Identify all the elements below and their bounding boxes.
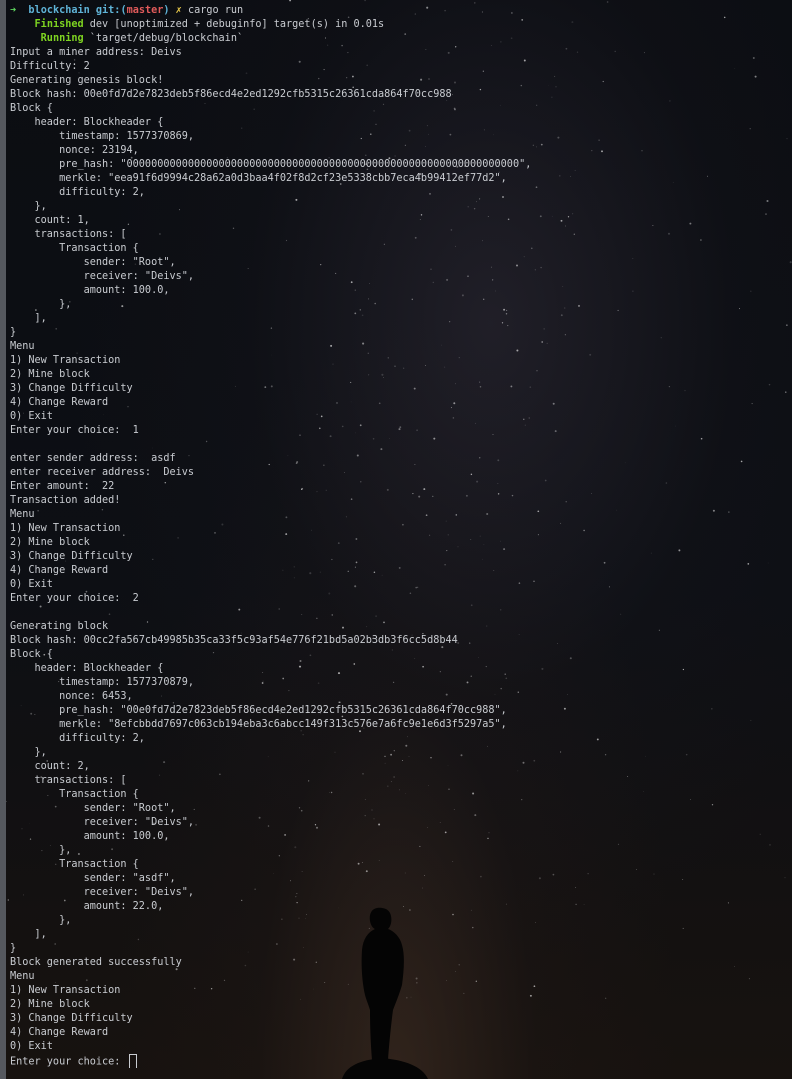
- output-line: pre_hash: "00000000000000000000000000000…: [10, 159, 532, 170]
- output-line: Menu: [10, 971, 35, 982]
- cargo-running-text: `target/debug/blockchain`: [89, 33, 244, 44]
- output-line: Difficulty: 2: [10, 61, 90, 72]
- output-line: Block hash: 00e0fd7d2e7823deb5f86ecd4e2e…: [10, 89, 452, 100]
- output-line: 1) New Transaction: [10, 523, 121, 534]
- cargo-finished-status: Finished: [34, 19, 84, 30]
- output-line: Input a miner address: Deivs: [10, 47, 182, 58]
- output-line: sender: "Root",: [10, 257, 176, 268]
- output-line: Enter amount: 22: [10, 481, 115, 492]
- output-line: Generating genesis block!: [10, 75, 164, 86]
- output-line: merkle: "eea91f6d9994c28a62a0d3baa4f02f8…: [10, 173, 507, 184]
- output-line: 2) Mine block: [10, 537, 90, 548]
- output-line: difficulty: 2,: [10, 733, 145, 744]
- output-line: amount: 100.0,: [10, 831, 170, 842]
- output-line: Transaction {: [10, 243, 139, 254]
- dirty-mark-icon: ✗: [175, 5, 182, 16]
- output-line: Transaction {: [10, 789, 139, 800]
- output-line: 1) New Transaction: [10, 355, 121, 366]
- output-line: 1) New Transaction: [10, 985, 121, 996]
- output-line: difficulty: 2,: [10, 187, 145, 198]
- output-line: },: [10, 201, 47, 212]
- output-line: ],: [10, 929, 47, 940]
- output-line: sender: "Root",: [10, 803, 176, 814]
- output-line: receiver: "Deivs",: [10, 271, 195, 282]
- cargo-finished-line: Finished dev [unoptimized + debuginfo] t…: [10, 18, 786, 32]
- output-line: 2) Mine block: [10, 369, 90, 380]
- input-prompt: Enter your choice:: [10, 1056, 127, 1068]
- output-line: ],: [10, 313, 47, 324]
- output-line: Block {: [10, 103, 53, 114]
- output-line: transactions: [: [10, 775, 127, 786]
- program-output: Input a miner address: Deivs Difficulty: …: [10, 46, 786, 1054]
- output-line: enter receiver address: Deivs: [10, 467, 195, 478]
- output-line: amount: 100.0,: [10, 285, 170, 296]
- output-line: Enter your choice: 2: [10, 593, 139, 604]
- terminal-window[interactable]: ➜ blockchain git:(master) ✗ cargo run Fi…: [0, 0, 792, 1079]
- output-line: 3) Change Difficulty: [10, 1013, 133, 1024]
- prompt-command: cargo run: [187, 5, 244, 16]
- terminal-cursor[interactable]: [128, 1054, 137, 1068]
- output-line: }: [10, 943, 17, 954]
- output-line: Enter your choice: 1: [10, 425, 139, 436]
- prompt-git-close: ): [163, 5, 170, 16]
- output-line: Transaction added!: [10, 495, 121, 506]
- terminal-left-border: [0, 0, 6, 1079]
- output-line: Generating block: [10, 621, 109, 632]
- output-line: 3) Change Difficulty: [10, 551, 133, 562]
- output-line: receiver: "Deivs",: [10, 817, 195, 828]
- output-line: },: [10, 747, 47, 758]
- output-line: pre_hash: "00e0fd7d2e7823deb5f86ecd4e2ed…: [10, 705, 507, 716]
- output-line: 4) Change Reward: [10, 397, 109, 408]
- prompt-git-branch: master: [126, 5, 164, 16]
- output-line: },: [10, 915, 72, 926]
- output-line: Block {: [10, 649, 53, 660]
- prompt-directory: blockchain: [28, 5, 90, 16]
- output-line: nonce: 23194,: [10, 145, 139, 156]
- output-line: Menu: [10, 341, 35, 352]
- prompt-git-label: git:(: [95, 5, 127, 16]
- output-line: 4) Change Reward: [10, 1027, 109, 1038]
- input-line[interactable]: Enter your choice:: [10, 1054, 786, 1068]
- output-line: timestamp: 1577370869,: [10, 131, 195, 142]
- output-line: nonce: 6453,: [10, 691, 133, 702]
- output-line: Transaction {: [10, 859, 139, 870]
- prompt-arrow-icon: ➜: [10, 5, 17, 16]
- output-line: count: 2,: [10, 761, 90, 772]
- output-line: Block hash: 00cc2fa567cb49985b35ca33f5c9…: [10, 635, 458, 646]
- output-line: sender: "asdf",: [10, 873, 176, 884]
- output-line: 0) Exit: [10, 411, 53, 422]
- output-line: 0) Exit: [10, 579, 53, 590]
- cargo-finished-text: dev [unoptimized + debuginfo] target(s) …: [89, 19, 385, 30]
- output-line: }: [10, 327, 17, 338]
- output-line: enter sender address: asdf: [10, 453, 176, 464]
- output-line: header: Blockheader {: [10, 663, 164, 674]
- output-line: transactions: [: [10, 229, 127, 240]
- terminal-output[interactable]: ➜ blockchain git:(master) ✗ cargo run Fi…: [10, 4, 786, 1068]
- output-line: Block generated successfully: [10, 957, 182, 968]
- output-line: count: 1,: [10, 215, 90, 226]
- output-line: header: Blockheader {: [10, 117, 164, 128]
- output-line: amount: 22.0,: [10, 901, 164, 912]
- output-line: },: [10, 845, 72, 856]
- output-line: timestamp: 1577370879,: [10, 677, 195, 688]
- output-line: 0) Exit: [10, 1041, 53, 1052]
- output-line: 3) Change Difficulty: [10, 383, 133, 394]
- output-line: receiver: "Deivs",: [10, 887, 195, 898]
- cargo-running-line: Running `target/debug/blockchain`: [10, 32, 786, 46]
- output-line: 2) Mine block: [10, 999, 90, 1010]
- output-line: },: [10, 299, 72, 310]
- cargo-running-status: Running: [40, 33, 84, 44]
- prompt-line: ➜ blockchain git:(master) ✗ cargo run: [10, 4, 786, 18]
- output-line: merkle: "8efcbbdd7697c063cb194eba3c6abcc…: [10, 719, 507, 730]
- output-line: Menu: [10, 509, 35, 520]
- output-line: 4) Change Reward: [10, 565, 109, 576]
